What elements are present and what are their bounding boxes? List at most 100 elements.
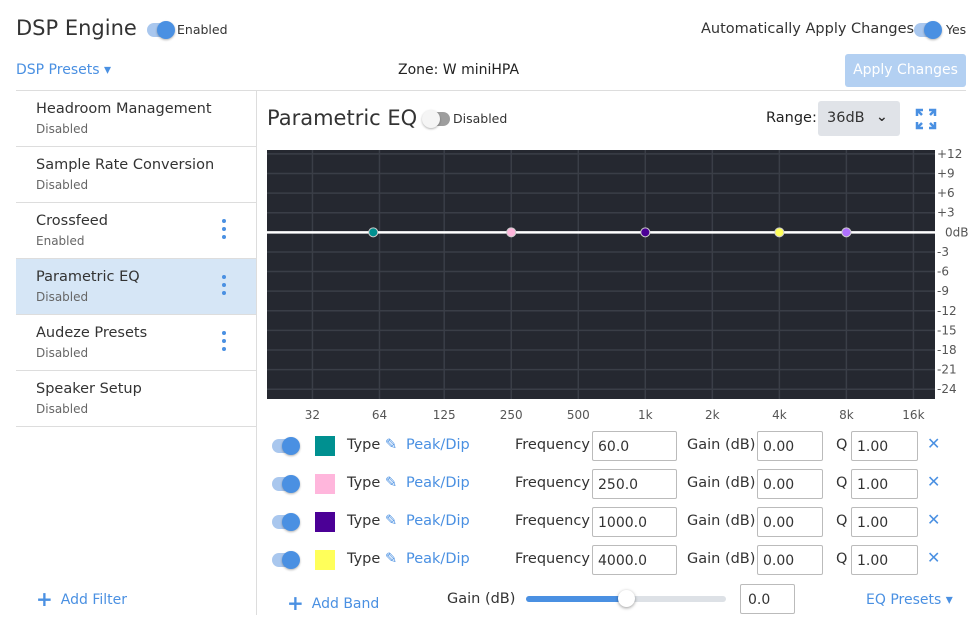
close-icon[interactable]: ✕ xyxy=(927,548,940,567)
eq-title: Parametric EQ xyxy=(267,106,418,130)
pencil-icon[interactable]: ✎ xyxy=(385,551,397,567)
more-vertical-icon[interactable] xyxy=(220,275,228,299)
q-input[interactable]: 1.00 xyxy=(851,507,918,537)
x-tick-label: 125 xyxy=(433,408,456,422)
type-label: Type xyxy=(347,551,381,567)
type-label: Type xyxy=(347,513,381,529)
gain-input[interactable]: 0.00 xyxy=(757,545,823,575)
q-input[interactable]: 1.00 xyxy=(851,431,918,461)
plot-background xyxy=(267,150,935,399)
frequency-input[interactable]: 1000.0 xyxy=(592,507,677,537)
y-tick-label: -9 xyxy=(937,284,949,298)
x-tick-label: 64 xyxy=(372,408,387,422)
dsp-engine-toggle[interactable] xyxy=(147,21,175,39)
sidebar-item[interactable]: Parametric EQ Disabled xyxy=(16,259,256,315)
plus-icon: + xyxy=(36,587,53,611)
sidebar-item-status: Disabled xyxy=(36,122,89,136)
frequency-input[interactable]: 250.0 xyxy=(592,469,677,499)
expand-icon[interactable] xyxy=(915,108,937,130)
range-select[interactable]: 36dB ⌄ xyxy=(818,101,900,136)
band-point[interactable] xyxy=(368,227,379,238)
gain-input[interactable]: 0.0 xyxy=(740,584,795,614)
sidebar-item-status: Disabled xyxy=(36,402,89,416)
gain-slider[interactable] xyxy=(526,590,726,607)
band-type-link[interactable]: Peak/Dip xyxy=(406,475,470,491)
more-vertical-icon[interactable] xyxy=(220,219,228,243)
pencil-icon[interactable]: ✎ xyxy=(385,513,397,529)
q-label: Q xyxy=(836,513,848,529)
pencil-icon[interactable]: ✎ xyxy=(385,475,397,491)
sidebar-item[interactable]: Audeze Presets Disabled xyxy=(16,315,256,371)
sidebar-item[interactable]: Sample Rate Conversion Disabled xyxy=(16,147,256,203)
more-vertical-icon[interactable] xyxy=(220,331,228,355)
close-icon[interactable]: ✕ xyxy=(927,472,940,491)
x-tick-label: 2k xyxy=(705,408,720,422)
y-tick-label: -3 xyxy=(937,245,949,259)
frequency-input[interactable]: 60.0 xyxy=(592,431,677,461)
band-type-link[interactable]: Peak/Dip xyxy=(406,513,470,529)
frequency-label: Frequency xyxy=(515,475,590,491)
gain-input[interactable]: 0.00 xyxy=(757,431,823,461)
sidebar-item-label: Sample Rate Conversion xyxy=(36,157,215,173)
band-toggle[interactable] xyxy=(272,513,300,531)
band-type-link[interactable]: Peak/Dip xyxy=(406,437,470,453)
frequency-input[interactable]: 4000.0 xyxy=(592,545,677,575)
range-label: Range: xyxy=(766,110,817,126)
band-point[interactable] xyxy=(774,227,785,238)
close-icon[interactable]: ✕ xyxy=(927,510,940,529)
band-type-link[interactable]: Peak/Dip xyxy=(406,551,470,567)
eq-presets-dropdown[interactable]: EQ Presets ▾ xyxy=(866,592,953,608)
gain-input[interactable]: 0.00 xyxy=(757,507,823,537)
chevron-down-icon: ⌄ xyxy=(876,109,888,125)
gain-input[interactable]: 0.00 xyxy=(757,469,823,499)
frequency-label: Frequency xyxy=(515,513,590,529)
y-tick-label: +12 xyxy=(937,147,962,161)
q-input[interactable]: 1.00 xyxy=(851,545,918,575)
eq-toggle[interactable] xyxy=(422,110,450,128)
close-icon[interactable]: ✕ xyxy=(927,434,940,453)
x-tick-label: 500 xyxy=(567,408,590,422)
add-filter-button[interactable]: + Add Filter xyxy=(36,587,127,611)
dsp-engine-title: DSP Engine xyxy=(16,16,137,40)
frequency-label: Frequency xyxy=(515,437,590,453)
band-toggle[interactable] xyxy=(272,551,300,569)
band-toggle[interactable] xyxy=(272,475,300,493)
gain-label: Gain (dB) xyxy=(687,475,756,491)
band-point[interactable] xyxy=(640,227,651,238)
gain-slider-handle[interactable] xyxy=(618,590,635,607)
band-color-swatch[interactable] xyxy=(315,550,335,570)
y-tick-label: -12 xyxy=(937,304,957,318)
sidebar-item[interactable]: Crossfeed Enabled xyxy=(16,203,256,259)
sidebar-item-label: Audeze Presets xyxy=(36,325,148,341)
x-tick-label: 8k xyxy=(839,408,854,422)
sidebar-item-label: Crossfeed xyxy=(36,213,108,229)
y-tick-label: 0dB xyxy=(945,225,968,239)
add-band-button[interactable]: + Add Band xyxy=(287,591,379,615)
band-color-swatch[interactable] xyxy=(315,474,335,494)
x-tick-label: 1k xyxy=(638,408,653,422)
gain-label: Gain (dB) xyxy=(687,551,756,567)
y-tick-label: -18 xyxy=(937,343,957,357)
dsp-engine-status: Enabled xyxy=(177,22,228,37)
q-input[interactable]: 1.00 xyxy=(851,469,918,499)
apply-changes-button[interactable]: Apply Changes xyxy=(845,54,966,87)
gain-label: Gain (dB) xyxy=(687,513,756,529)
q-label: Q xyxy=(836,437,848,453)
zone-label: Zone: W miniHPA xyxy=(398,62,520,78)
gain-label: Gain (dB) xyxy=(687,437,756,453)
band-color-swatch[interactable] xyxy=(315,512,335,532)
eq-chart[interactable]: 32 64 125 250 500 1k 2k 4k 8k 16k +12 +9 +6 +3 0dB -3 -6… xyxy=(260,145,978,425)
x-tick-label: 32 xyxy=(305,408,320,422)
auto-apply-toggle[interactable] xyxy=(914,21,942,39)
band-point[interactable] xyxy=(841,227,852,238)
frequency-label: Frequency xyxy=(515,551,590,567)
band-row: Type ✎ Peak/Dip Frequency 250.0 Gain (dB… xyxy=(267,469,967,507)
band-point[interactable] xyxy=(506,227,517,238)
dsp-presets-dropdown[interactable]: DSP Presets ▾ xyxy=(16,62,111,78)
sidebar-item[interactable]: Speaker Setup Disabled xyxy=(16,371,256,427)
band-toggle[interactable] xyxy=(272,437,300,455)
band-color-swatch[interactable] xyxy=(315,436,335,456)
pencil-icon[interactable]: ✎ xyxy=(385,437,397,453)
add-band-label: Add Band xyxy=(311,596,380,612)
sidebar-item[interactable]: Headroom Management Disabled xyxy=(16,91,256,147)
